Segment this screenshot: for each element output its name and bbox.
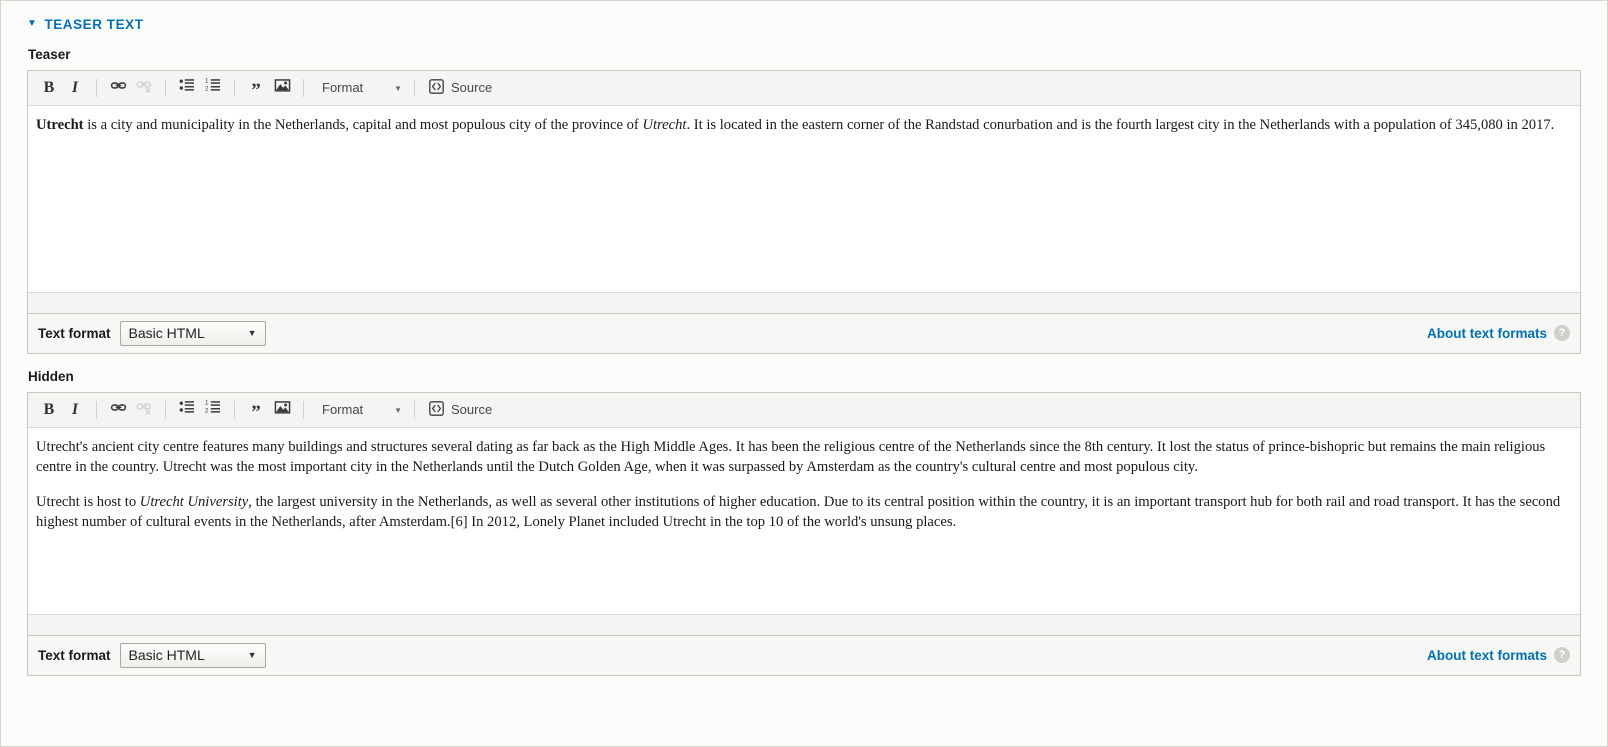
numbered-list-button[interactable]: 1 2 bbox=[200, 77, 226, 99]
image-icon bbox=[274, 78, 291, 98]
about-text-formats-link[interactable]: About text formats bbox=[1427, 326, 1547, 341]
bold-label: B bbox=[43, 400, 55, 418]
hidden-text-format-bar: Text format Basic HTMLRestricted HTMLFul… bbox=[27, 635, 1581, 676]
bulleted-list-button[interactable] bbox=[174, 399, 200, 421]
text-format-label: Text format bbox=[38, 647, 111, 663]
text-format-label: Text format bbox=[38, 325, 111, 341]
bulleted-list-icon bbox=[179, 77, 195, 98]
text-format-select[interactable]: Basic HTMLRestricted HTMLFull HTML bbox=[119, 642, 266, 668]
toolbar-separator bbox=[165, 400, 166, 419]
italic-label: I bbox=[71, 78, 79, 96]
image-button[interactable] bbox=[269, 399, 295, 421]
image-icon bbox=[274, 400, 291, 420]
toolbar-group-basic-styles: B I bbox=[36, 399, 88, 421]
bold-label: B bbox=[43, 78, 55, 96]
svg-text:1: 1 bbox=[205, 400, 209, 407]
field-hidden: Hidden B I 1 2 ” Format ▼ Source Utrecht… bbox=[27, 368, 1581, 676]
format-dropdown-label: Format bbox=[322, 80, 364, 96]
toolbar-separator bbox=[96, 400, 97, 419]
numbered-list-icon: 1 2 bbox=[205, 77, 221, 98]
toolbar-group-blocks: ” bbox=[243, 77, 295, 100]
toolbar-group-links bbox=[105, 77, 157, 99]
editor-hidden-toolbar: B I 1 2 ” Format ▼ Source bbox=[28, 392, 1580, 428]
toolbar-group-lists: 1 2 bbox=[174, 77, 226, 99]
teaser-text-format-bar: Text format Basic HTMLRestricted HTMLFul… bbox=[27, 313, 1581, 354]
toolbar-separator bbox=[303, 400, 304, 419]
editor-hidden-statusbar bbox=[28, 613, 1580, 635]
format-dropdown-label: Format bbox=[322, 402, 364, 418]
paragraph: Utrecht's ancient city centre features m… bbox=[36, 438, 1546, 476]
toolbar-separator bbox=[303, 78, 304, 97]
italic-button[interactable]: I bbox=[62, 399, 88, 421]
toolbar-separator bbox=[414, 78, 415, 97]
toolbar-separator bbox=[165, 78, 166, 97]
bulleted-list-button[interactable] bbox=[174, 77, 200, 99]
bulleted-list-icon bbox=[179, 399, 195, 420]
svg-text:2: 2 bbox=[205, 408, 209, 415]
about-text-formats-link[interactable]: About text formats bbox=[1427, 648, 1547, 663]
bold-button[interactable]: B bbox=[36, 399, 62, 421]
field-teaser: Teaser B I 1 2 ” Format ▼ Source Utrecht… bbox=[27, 47, 1581, 354]
question-mark-icon[interactable]: ? bbox=[1554, 325, 1570, 342]
toolbar-group-basic-styles: B I bbox=[36, 77, 88, 99]
toolbar-group-lists: 1 2 bbox=[174, 399, 226, 421]
editor-teaser-statusbar bbox=[28, 291, 1580, 313]
source-button[interactable]: Source bbox=[423, 399, 498, 421]
fieldset-title: TEASER TEXT bbox=[44, 17, 144, 32]
chevron-down-icon: ▼ bbox=[394, 84, 402, 94]
format-dropdown[interactable]: Format ▼ bbox=[312, 399, 406, 421]
triangle-down-icon[interactable]: ▼ bbox=[27, 18, 37, 29]
teaser-text-summary[interactable]: ▼ TEASER TEXT bbox=[27, 17, 1581, 32]
toolbar-separator bbox=[414, 400, 415, 419]
toolbar-separator bbox=[96, 78, 97, 97]
format-dropdown[interactable]: Format ▼ bbox=[312, 77, 406, 99]
text-format-select[interactable]: Basic HTMLRestricted HTMLFull HTML bbox=[119, 320, 266, 346]
paragraph: Utrecht is host to Utrecht University, t… bbox=[36, 493, 1561, 530]
teaser-text-details: ▼ TEASER TEXT Teaser B I 1 2 ” Format ▼ … bbox=[1, 1, 1607, 676]
numbered-list-button[interactable]: 1 2 bbox=[200, 399, 226, 421]
source-code-icon bbox=[429, 400, 444, 419]
toolbar-group-links bbox=[105, 399, 157, 421]
unlink-icon bbox=[135, 399, 153, 421]
svg-text:1: 1 bbox=[205, 78, 209, 85]
content-edit-page: ▼ TEASER TEXT Teaser B I 1 2 ” Format ▼ … bbox=[0, 0, 1608, 747]
field-teaser-label: Teaser bbox=[28, 47, 71, 62]
blockquote-button[interactable]: ” bbox=[243, 77, 269, 100]
unlink-button bbox=[131, 77, 157, 99]
source-code-icon bbox=[429, 78, 444, 97]
link-button[interactable] bbox=[105, 77, 131, 99]
svg-text:2: 2 bbox=[205, 86, 209, 93]
toolbar-separator bbox=[234, 400, 235, 419]
toolbar-group-blocks: ” bbox=[243, 399, 295, 422]
link-icon bbox=[110, 77, 127, 99]
image-button[interactable] bbox=[269, 77, 295, 99]
unlink-icon bbox=[135, 77, 153, 99]
source-button-label: Source bbox=[451, 402, 493, 418]
numbered-list-icon: 1 2 bbox=[205, 399, 221, 420]
field-hidden-label: Hidden bbox=[28, 368, 74, 384]
link-button[interactable] bbox=[105, 399, 131, 421]
link-icon bbox=[110, 399, 127, 421]
paragraph: Utrecht is a city and municipality in th… bbox=[36, 116, 1555, 133]
blockquote-button[interactable]: ” bbox=[243, 399, 269, 422]
chevron-down-icon: ▼ bbox=[394, 406, 402, 416]
editor-teaser: B I 1 2 ” Format ▼ Source Utrecht is a c… bbox=[27, 69, 1581, 314]
unlink-button bbox=[131, 399, 157, 421]
bold-button[interactable]: B bbox=[36, 77, 62, 99]
toolbar-separator bbox=[234, 78, 235, 97]
question-mark-icon[interactable]: ? bbox=[1554, 647, 1570, 664]
italic-button[interactable]: I bbox=[62, 77, 88, 99]
source-button[interactable]: Source bbox=[423, 77, 498, 99]
editor-hidden-content[interactable]: Utrecht's ancient city centre features m… bbox=[28, 427, 1580, 614]
source-button-label: Source bbox=[451, 80, 493, 96]
editor-hidden: B I 1 2 ” Format ▼ Source Utrecht's anci… bbox=[27, 391, 1581, 636]
editor-teaser-toolbar: B I 1 2 ” Format ▼ Source bbox=[28, 70, 1580, 106]
italic-label: I bbox=[71, 400, 79, 418]
editor-teaser-content[interactable]: Utrecht is a city and municipality in th… bbox=[28, 105, 1580, 292]
